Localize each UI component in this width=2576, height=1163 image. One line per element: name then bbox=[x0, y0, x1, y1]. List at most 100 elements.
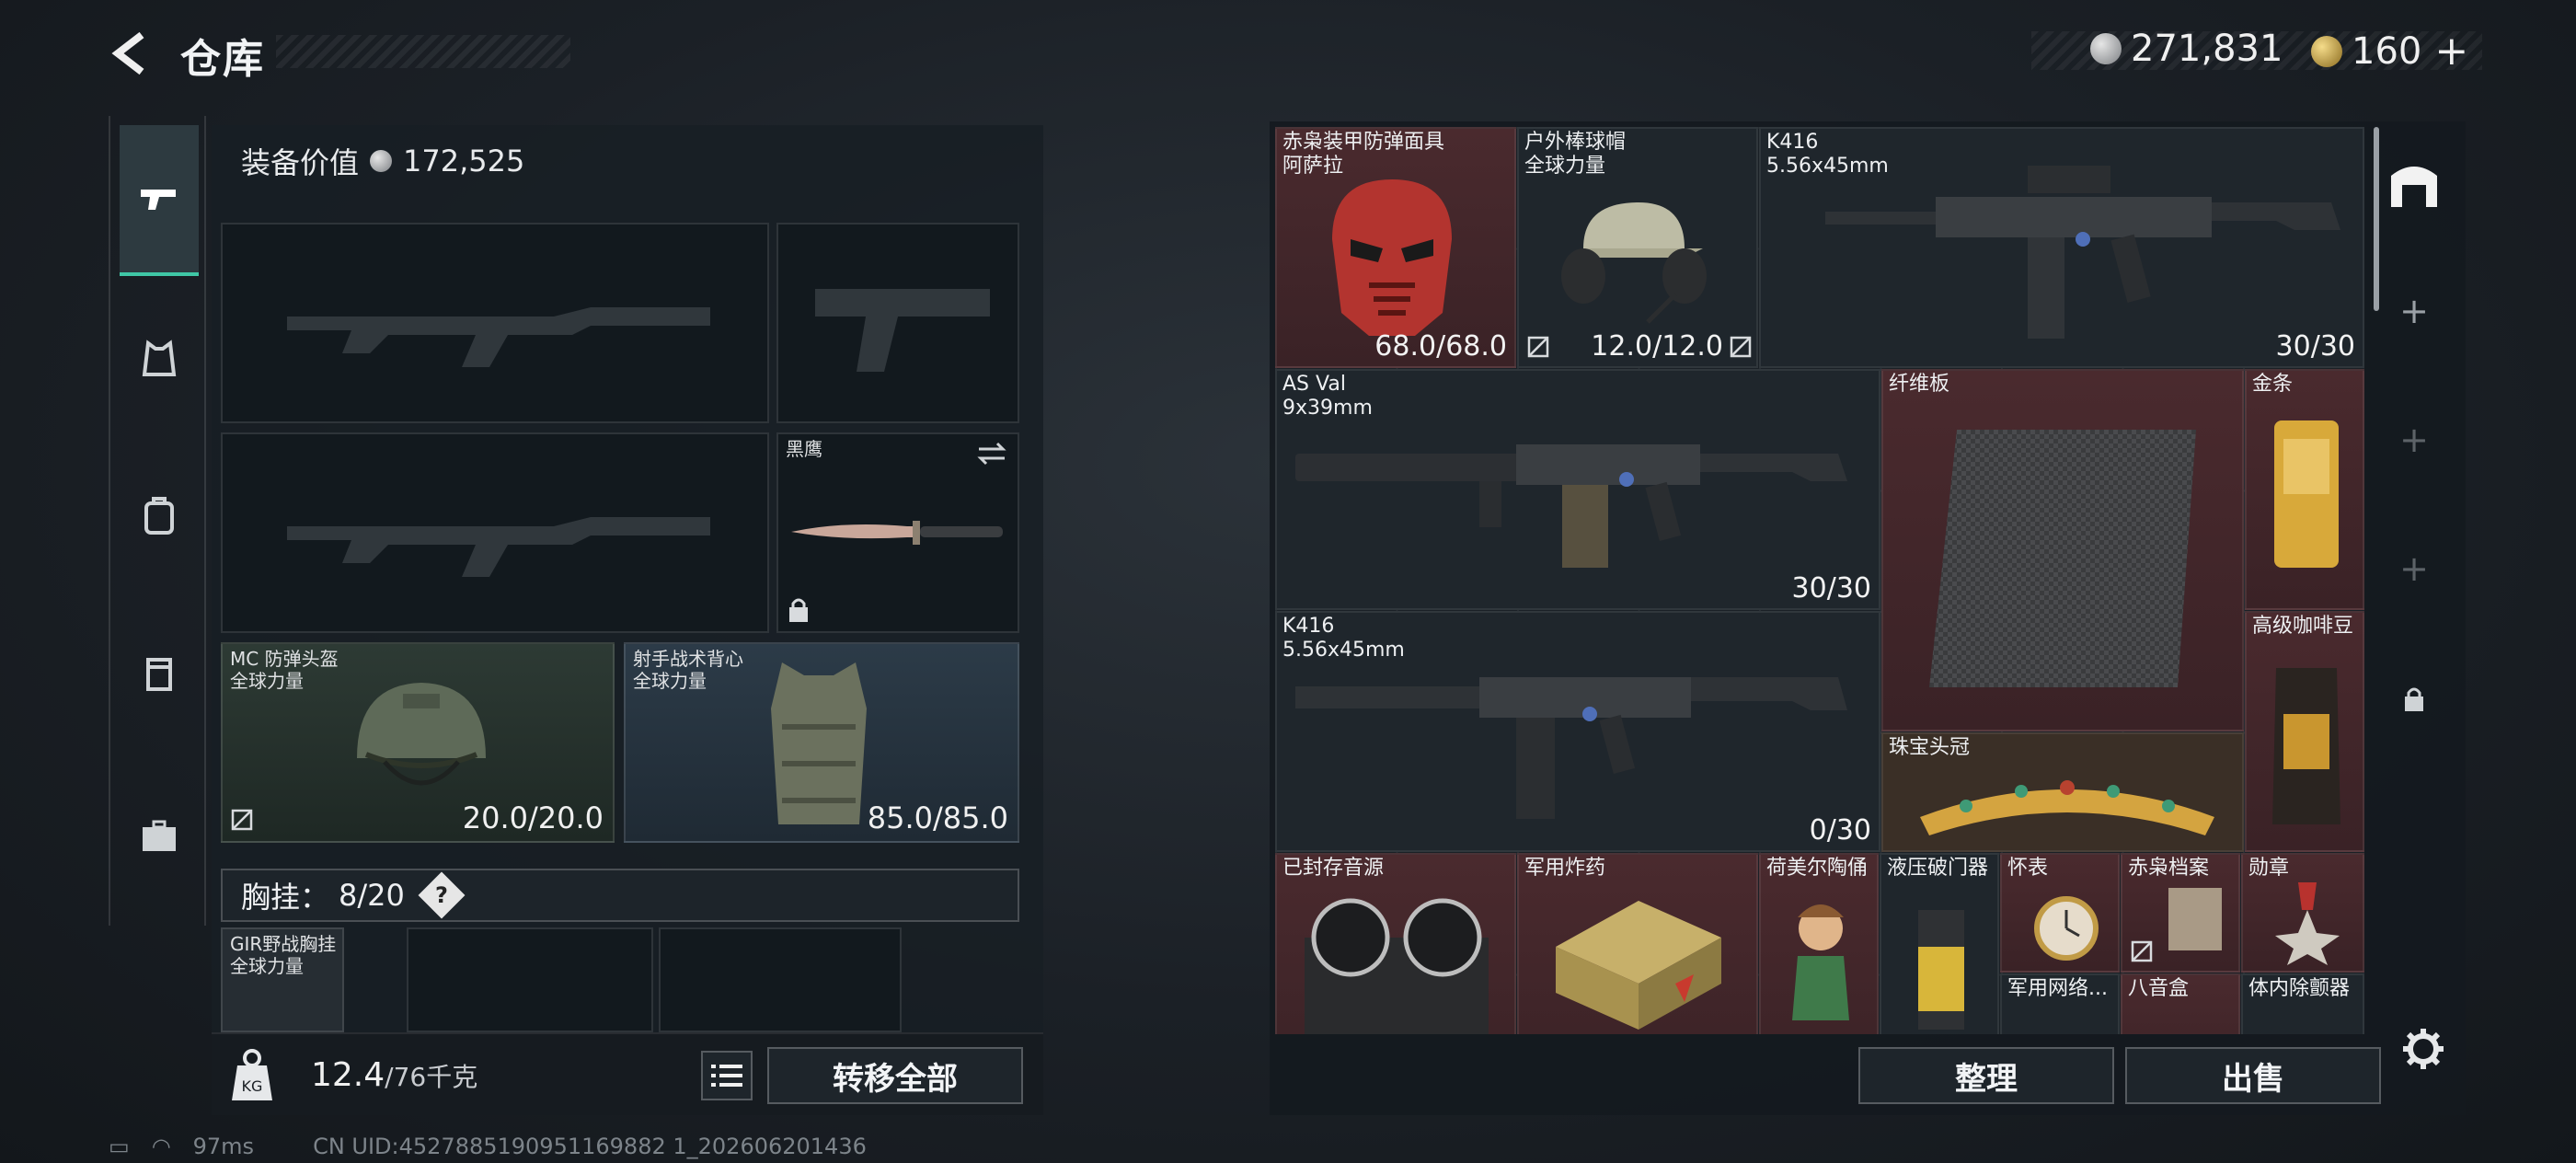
storage-item[interactable]: 荷美尔陶俑 bbox=[1759, 853, 1879, 1034]
settings-button[interactable] bbox=[2401, 1027, 2445, 1075]
weight-icon: KG bbox=[232, 1049, 272, 1100]
hydraulic-breaker-image bbox=[1918, 910, 1964, 1030]
add-page-button[interactable]: + bbox=[2370, 524, 2458, 613]
add-page-button[interactable]: + bbox=[2370, 396, 2458, 484]
no-repair-icon bbox=[2131, 940, 2153, 962]
mask-image bbox=[1332, 179, 1452, 336]
backpack-icon bbox=[144, 497, 174, 535]
swap-icon[interactable] bbox=[975, 440, 1008, 467]
rifle-image bbox=[1295, 444, 1847, 568]
wifi-icon: ◠ bbox=[151, 1134, 171, 1159]
sort-button[interactable]: 整理 bbox=[1858, 1047, 2114, 1104]
equip-value-label: 装备价值 bbox=[241, 145, 360, 180]
no-repair-icon bbox=[1527, 336, 1549, 358]
item-value: 30/30 bbox=[1791, 572, 1871, 605]
item-value: 0/30 bbox=[1809, 814, 1871, 846]
melee-slot[interactable]: 黑鹰 bbox=[776, 432, 1019, 633]
storage-item[interactable]: K416 5.56x45mm 0/30 bbox=[1275, 611, 1880, 852]
lock-icon bbox=[2405, 687, 2423, 711]
storage-item[interactable]: 军用炸药 bbox=[1517, 853, 1758, 1034]
chest-rig-grid[interactable] bbox=[407, 927, 653, 1032]
armor-durability: 85.0/85.0 bbox=[867, 800, 1008, 835]
storage-item[interactable]: 液压破门器 bbox=[1880, 853, 1999, 1034]
item-name: 赤枭档案 bbox=[2128, 857, 2210, 880]
storage-item[interactable]: AS Val 9x39mm 30/30 bbox=[1275, 369, 1880, 610]
silver-coin-icon bbox=[2090, 33, 2122, 64]
item-value: 68.0/68.0 bbox=[1374, 330, 1507, 363]
tab-case[interactable] bbox=[120, 797, 199, 876]
storage-item[interactable]: 户外棒球帽 全球力量 12.0/12.0 bbox=[1517, 127, 1758, 368]
storage-item[interactable]: 八音盒 bbox=[2121, 973, 2240, 1034]
storage-grid[interactable]: 赤枭装甲防弹面具 阿萨拉 68.0/68.0 户外棒球帽 全球力量 12.0/12.… bbox=[1275, 127, 2364, 1034]
weight-max: /76千克 bbox=[385, 1062, 478, 1092]
uid: CN UID:4527885190951169882 1_20260620143… bbox=[313, 1134, 867, 1159]
primary-weapon-slot[interactable] bbox=[221, 223, 769, 423]
item-name: 八音盒 bbox=[2128, 977, 2190, 1000]
tab-weapons[interactable] bbox=[120, 125, 199, 276]
storage-item[interactable]: 高级咖啡豆 bbox=[2245, 611, 2364, 852]
storage-item[interactable]: 军用网络... bbox=[2000, 973, 2120, 1034]
briefcase-icon bbox=[143, 820, 176, 851]
silver-currency: 271,831 bbox=[2090, 28, 2283, 70]
item-name: 体内除颤器 bbox=[2248, 977, 2351, 1000]
transfer-all-button[interactable]: 转移全部 bbox=[767, 1047, 1023, 1104]
no-repair-icon bbox=[1730, 336, 1752, 358]
add-page-button[interactable]: + bbox=[2370, 267, 2458, 355]
list-icon bbox=[711, 1065, 742, 1087]
helmet-faction: 全球力量 bbox=[230, 670, 304, 692]
storage-item[interactable]: 怀表 bbox=[2000, 853, 2120, 973]
chest-rig-item: GIR野战胸挂 全球力量 bbox=[230, 933, 336, 977]
tiara-image bbox=[1920, 780, 2214, 835]
armor-name: 射手战术背心 bbox=[633, 648, 743, 670]
chest-rig-item-faction: 全球力量 bbox=[230, 955, 304, 977]
chest-rig-label: 胸挂： bbox=[241, 880, 330, 915]
knife-image bbox=[791, 521, 1003, 545]
ping: 97ms bbox=[192, 1134, 255, 1159]
chest-rig-grid[interactable] bbox=[659, 927, 902, 1032]
rifle-image bbox=[1295, 677, 1847, 819]
page-title: 仓库 bbox=[180, 36, 265, 83]
secondary-weapon-slot[interactable] bbox=[221, 432, 769, 633]
chest-rig-slot[interactable]: GIR野战胸挂 全球力量 bbox=[221, 927, 344, 1032]
silver-amount: 271,831 bbox=[2131, 28, 2283, 70]
item-value: 12.0/12.0 bbox=[1591, 330, 1723, 363]
fiberboard-image bbox=[1929, 430, 2196, 687]
add-currency-icon[interactable]: + bbox=[2434, 28, 2468, 75]
storage-item[interactable]: 赤枭装甲防弹面具 阿萨拉 68.0/68.0 bbox=[1275, 127, 1516, 368]
tape-recorder-image bbox=[1305, 898, 1489, 1034]
chest-rig-item-name: GIR野战胸挂 bbox=[230, 933, 337, 955]
storage-item[interactable]: 已封存音源 bbox=[1275, 853, 1516, 1034]
back-button[interactable] bbox=[103, 26, 158, 81]
file-image bbox=[2168, 888, 2222, 950]
sell-button[interactable]: 出售 bbox=[2125, 1047, 2381, 1104]
armor-slot[interactable]: 射手战术背心 全球力量 85.0/85.0 bbox=[624, 642, 1019, 843]
status-bar: ▭ ◠ 97ms CN UID:4527885190951169882 1_20… bbox=[109, 1134, 867, 1159]
storage-item[interactable]: 赤枭档案 bbox=[2121, 853, 2240, 973]
storage-item[interactable]: 体内除颤器 bbox=[2241, 973, 2364, 1034]
helmet-slot[interactable]: MC 防弹头盔 全球力量 20.0/20.0 bbox=[221, 642, 615, 843]
pistol-silhouette-icon bbox=[815, 289, 990, 372]
storage-item[interactable]: 珠宝头冠 bbox=[1881, 732, 2244, 852]
storage-page-main[interactable] bbox=[2370, 140, 2458, 228]
item-name: 已封存音源 bbox=[1282, 857, 1385, 880]
helmet-name: MC 防弹头盔 bbox=[230, 648, 339, 670]
gold-currency[interactable]: 160 + bbox=[2311, 28, 2468, 75]
tab-pouch[interactable] bbox=[120, 633, 199, 712]
item-name: 户外棒球帽 bbox=[1524, 131, 1627, 154]
item-name: 纤维板 bbox=[1889, 373, 1950, 396]
pistol-slot[interactable] bbox=[776, 223, 1019, 423]
tab-backpack[interactable] bbox=[120, 477, 199, 556]
equip-value-amount: 172,525 bbox=[403, 144, 525, 178]
locked-page[interactable] bbox=[2370, 655, 2458, 743]
help-icon[interactable]: ? bbox=[418, 871, 466, 919]
list-view-button[interactable] bbox=[701, 1051, 753, 1100]
item-value: 30/30 bbox=[2275, 330, 2355, 363]
storage-item[interactable]: 勋章 bbox=[2241, 853, 2364, 973]
storage-item[interactable]: K416 5.56x45mm 30/30 bbox=[1759, 127, 2364, 368]
vest-image bbox=[771, 662, 867, 824]
cap-image bbox=[1561, 202, 1707, 324]
storage-item[interactable]: 纤维板 bbox=[1881, 369, 2244, 731]
storage-item[interactable]: 金条 bbox=[2245, 369, 2364, 610]
tab-armor[interactable] bbox=[120, 320, 199, 399]
weight-current: 12.4 bbox=[311, 1056, 385, 1094]
